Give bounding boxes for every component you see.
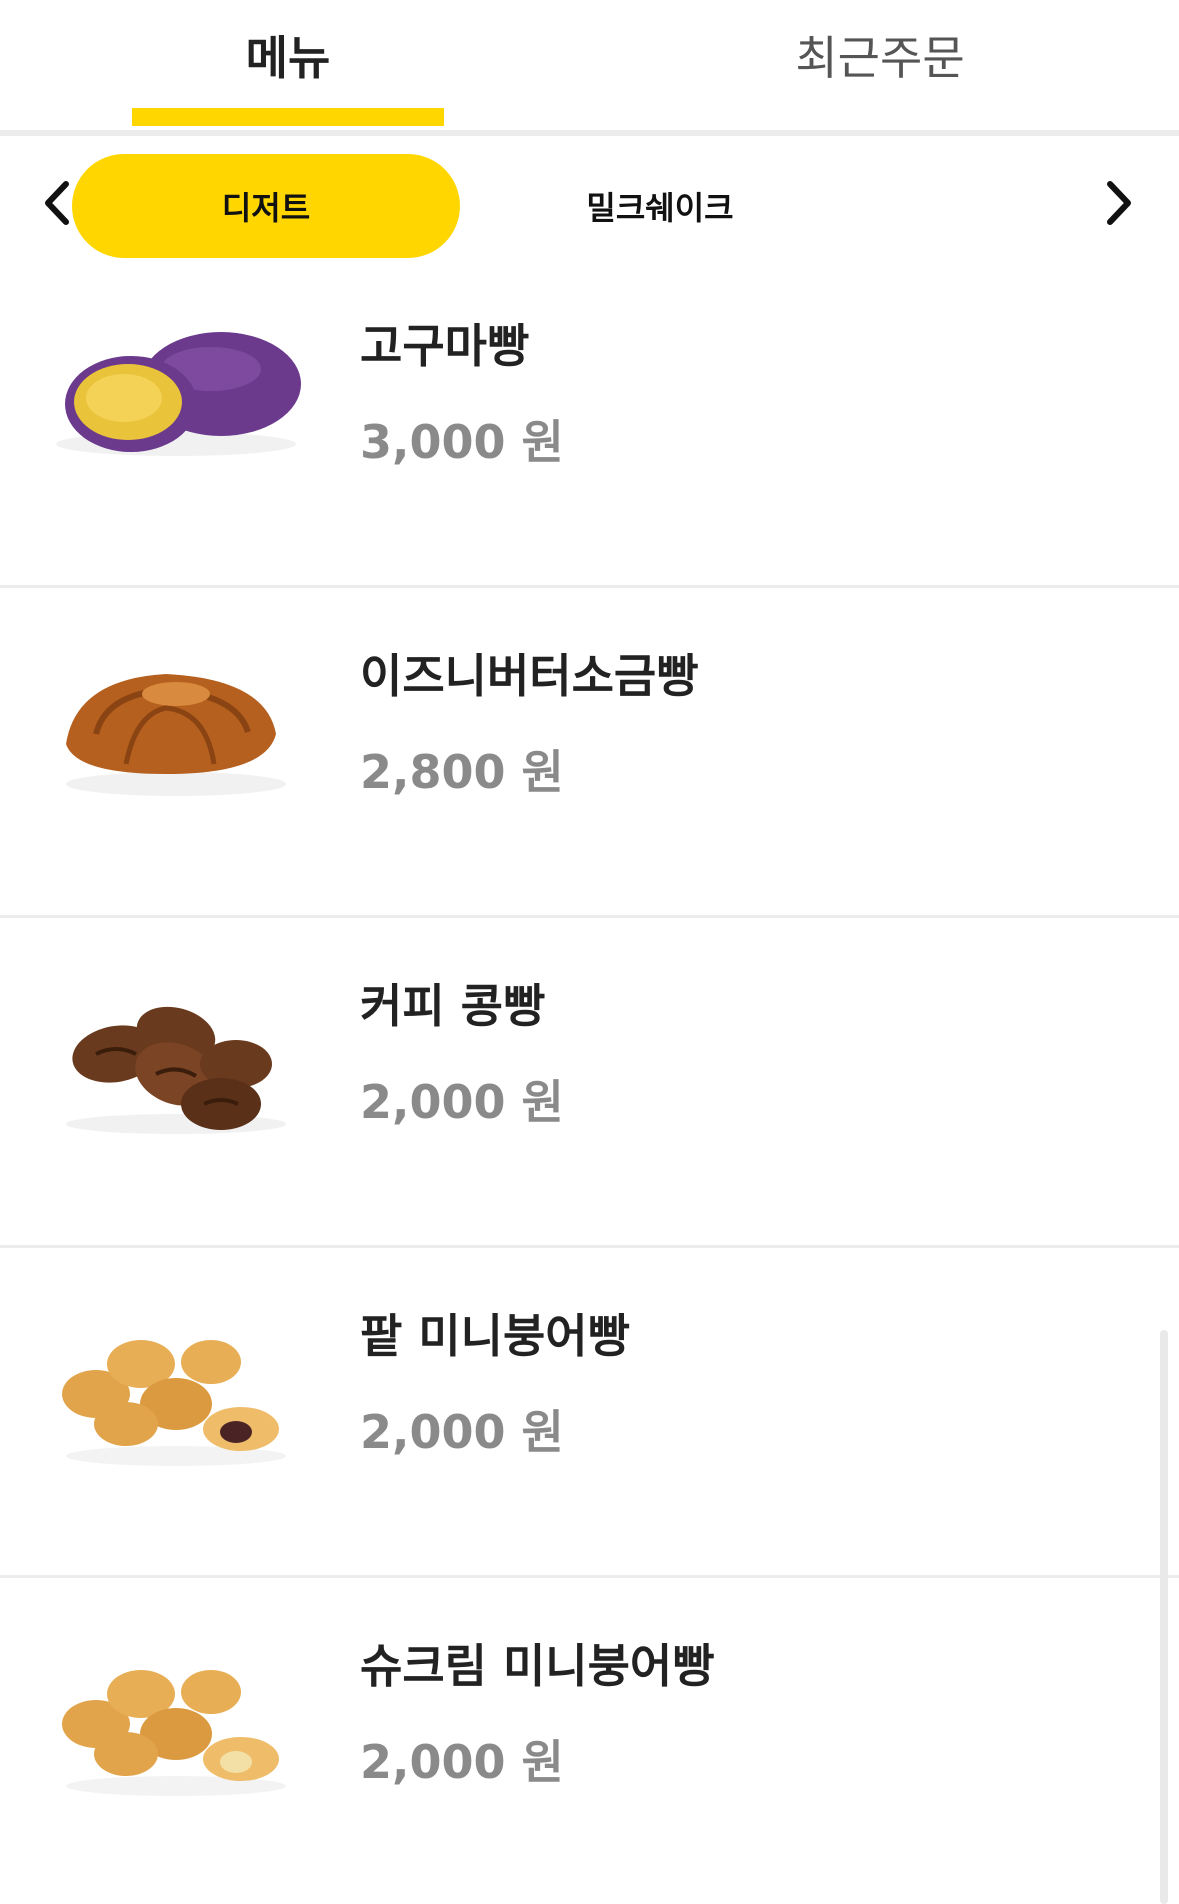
item-name: 커피 콩빵 bbox=[360, 979, 546, 1033]
menu-item[interactable]: 팥 미니붕어빵 2,000 원 bbox=[0, 1248, 1179, 1578]
category-bar: 디저트 밀크쉐이크 bbox=[0, 140, 1179, 265]
tab-menu[interactable]: 메뉴 bbox=[132, 26, 444, 90]
item-price: 2,000 원 bbox=[360, 1735, 564, 1789]
sweet-potato-bread-image bbox=[36, 294, 306, 494]
menu-item[interactable]: 커피 콩빵 2,000 원 bbox=[0, 918, 1179, 1248]
category-dessert-button[interactable]: 디저트 bbox=[72, 154, 460, 258]
custard-mini-fish-bread-image bbox=[36, 1614, 306, 1814]
item-price: 2,000 원 bbox=[360, 1405, 564, 1459]
scrollbar[interactable] bbox=[1160, 1330, 1168, 1904]
menu-item[interactable]: 슈크림 미니붕어빵 2,000 원 bbox=[0, 1578, 1179, 1904]
top-tab-bar: 메뉴 최근주문 bbox=[0, 0, 1179, 136]
item-price: 2,000 원 bbox=[360, 1075, 564, 1129]
category-milkshake-button[interactable]: 밀크쉐이크 bbox=[520, 154, 800, 258]
item-price: 2,800 원 bbox=[360, 745, 564, 799]
active-tab-indicator bbox=[132, 108, 444, 126]
item-name: 이즈니버터소금빵 bbox=[360, 649, 699, 703]
menu-item[interactable]: 고구마빵 3,000 원 bbox=[0, 258, 1179, 588]
chevron-right-icon[interactable] bbox=[1098, 178, 1138, 228]
tab-recent-orders[interactable]: 최근주문 bbox=[720, 26, 1040, 90]
coffee-bean-bread-image bbox=[36, 954, 306, 1154]
red-bean-mini-fish-bread-image bbox=[36, 1284, 306, 1484]
item-name: 고구마빵 bbox=[360, 319, 530, 373]
item-name: 슈크림 미니붕어빵 bbox=[360, 1639, 715, 1693]
menu-item[interactable]: 이즈니버터소금빵 2,800 원 bbox=[0, 588, 1179, 918]
item-name: 팥 미니붕어빵 bbox=[360, 1309, 630, 1363]
salt-butter-roll-image bbox=[36, 624, 306, 824]
item-price: 3,000 원 bbox=[360, 415, 564, 469]
